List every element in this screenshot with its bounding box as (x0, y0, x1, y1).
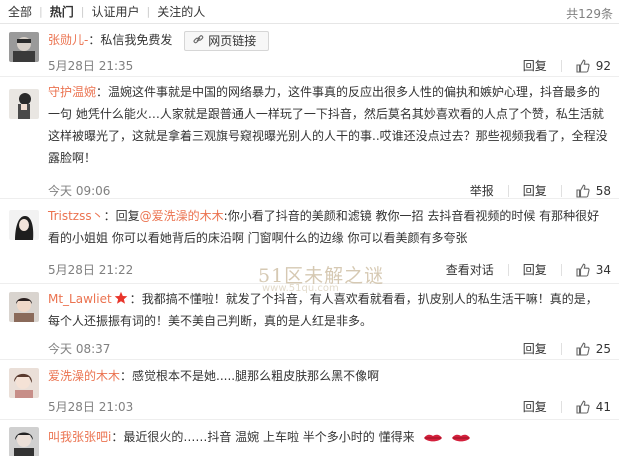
lips-emoji-icon (451, 434, 470, 441)
like-count: 92 (595, 58, 611, 73)
like-button[interactable]: 25 (576, 342, 611, 356)
link-icon (193, 32, 204, 50)
comment-body: Tristzss丶：回复@爱洗澡的木木:你小看了抖音的美颜和滤镜 教你一招 去抖… (48, 205, 609, 249)
comment-username[interactable]: 张勋儿- (48, 33, 88, 47)
comment-item: Mt_Lawliet ：我都搞不懂啦！就发了个抖音，有人喜欢看就看看，扒皮别人的私… (0, 284, 619, 360)
like-button[interactable]: 41 (576, 400, 611, 414)
filter-divider: | (39, 5, 43, 18)
comment-item: Tristzss丶：回复@爱洗澡的木木:你小看了抖音的美颜和滤镜 教你一招 去抖… (0, 199, 619, 284)
comment-username[interactable]: 守护温婉 (48, 85, 96, 99)
report-button[interactable]: 举报 (470, 182, 494, 199)
lips-emoji-icon (423, 434, 442, 441)
thumbs-up-icon (576, 184, 590, 198)
action-divider (507, 184, 509, 197)
thumbs-up-icon (576, 263, 590, 277)
comment-separator: ： (103, 209, 116, 223)
reply-button[interactable]: 回复 (523, 182, 547, 199)
comment-text: 感觉根本不是她.....腿那么粗皮肤那么黑不像啊 (132, 369, 380, 383)
like-button[interactable]: 92 (576, 59, 611, 73)
comment-actions: 举报 回复 58 (456, 182, 611, 199)
comment-body: 叫我张张吧i：最近很火的……抖音 温婉 上车啦 半个多小时的 懂得来 (48, 426, 609, 448)
reply-button[interactable]: 回复 (523, 398, 547, 415)
comment-time: 5月28日 21:35 (48, 59, 134, 73)
comment-body: Mt_Lawliet ：我都搞不懂啦！就发了个抖音，有人喜欢看就看看，扒皮别人的私… (48, 288, 609, 332)
avatar[interactable] (9, 32, 39, 62)
action-divider (560, 263, 562, 276)
web-link-label: 网页链接 (208, 33, 257, 48)
comment-body: 爱洗澡的木木：感觉根本不是她.....腿那么粗皮肤那么黑不像啊 (48, 365, 609, 387)
filter-tab-verified[interactable]: 认证用户 (91, 3, 139, 20)
comment-time: 5月28日 21:22 (48, 263, 134, 277)
comment-filter-bar: 全部 | 热门 | 认证用户 | 关注的人 共129条 (0, 0, 619, 24)
filter-tab-hot[interactable]: 热门 (50, 3, 74, 20)
view-conversation-button[interactable]: 查看对话 (446, 261, 494, 278)
comment-text: 最近很火的……抖音 温婉 上车啦 半个多小时的 懂得来 (123, 430, 415, 444)
filter-tab-all[interactable]: 全部 (8, 3, 32, 20)
thumbs-up-icon (576, 59, 590, 73)
comment-username[interactable]: Mt_Lawliet (48, 292, 112, 306)
avatar[interactable] (9, 368, 39, 398)
comment-separator: ： (88, 33, 101, 47)
comment-body: 守护温婉：温婉这件事就是中国的网络暴力，这件事真的反应出很多人性的偏执和嫉妒心理… (48, 81, 609, 169)
comment-separator: ： (96, 85, 109, 99)
action-divider (560, 184, 562, 197)
comment-text: 温婉这件事就是中国的网络暴力，这件事真的反应出很多人性的偏执和嫉妒心理，抖音最多… (48, 85, 608, 165)
comment-separator: ： (129, 292, 142, 306)
comment-actions: 回复 25 (509, 340, 611, 357)
filter-divider: | (146, 5, 151, 18)
comment-separator: ： (111, 430, 124, 444)
comment-actions: 回复 41 (509, 398, 611, 415)
comment-time: 今天 08:37 (48, 342, 111, 356)
comment-username[interactable]: 叫我张张吧i (48, 430, 111, 444)
mention-link[interactable]: @爱洗澡的木木 (140, 209, 224, 223)
action-divider (560, 342, 562, 355)
comment-actions: 查看对话 回复 34 (432, 261, 611, 278)
avatar[interactable] (9, 210, 39, 240)
reply-prefix: 回复 (115, 209, 140, 223)
like-count: 25 (595, 341, 611, 356)
web-link-button[interactable]: 网页链接 (184, 30, 270, 51)
avatar[interactable] (9, 292, 39, 322)
reply-button[interactable]: 回复 (523, 261, 547, 278)
comment-separator: ： (120, 369, 133, 383)
thumbs-up-icon (576, 342, 590, 356)
action-divider (560, 59, 562, 72)
action-divider (560, 400, 562, 413)
comment-item: 张勋儿-：私信我免费发 网页链接 5月28日 21:35 回复 92 (0, 24, 619, 77)
reply-button[interactable]: 回复 (523, 340, 547, 357)
like-count: 58 (595, 183, 611, 198)
comment-item: 叫我张张吧i：最近很火的……抖音 温婉 上车啦 半个多小时的 懂得来 (0, 420, 619, 456)
thumbs-up-icon (576, 400, 590, 414)
comment-actions: 回复 92 (509, 57, 611, 74)
comment-username[interactable]: Tristzss丶 (48, 209, 104, 223)
comment-username[interactable]: 爱洗澡的木木 (48, 369, 120, 383)
filter-tab-following[interactable]: 关注的人 (157, 3, 205, 20)
comment-time: 5月28日 21:03 (48, 400, 134, 414)
comment-item: 守护温婉：温婉这件事就是中国的网络暴力，这件事真的反应出很多人性的偏执和嫉妒心理… (0, 77, 619, 199)
comment-text: 私信我免费发 (100, 33, 173, 47)
like-button[interactable]: 58 (576, 184, 611, 198)
like-count: 34 (595, 262, 611, 277)
star-badge-icon (114, 291, 127, 304)
filter-divider: | (80, 5, 85, 18)
like-button[interactable]: 34 (576, 263, 611, 277)
comment-body: 张勋儿-：私信我免费发 网页链接 (48, 29, 609, 51)
reply-button[interactable]: 回复 (523, 57, 547, 74)
comment-time: 今天 09:06 (48, 184, 111, 198)
avatar[interactable] (9, 427, 39, 456)
comment-item: 爱洗澡的木木：感觉根本不是她.....腿那么粗皮肤那么黑不像啊 5月28日 21… (0, 360, 619, 420)
avatar[interactable] (9, 89, 39, 119)
comment-total-count: 共129条 (566, 7, 613, 21)
like-count: 41 (595, 399, 611, 414)
action-divider (507, 263, 509, 276)
